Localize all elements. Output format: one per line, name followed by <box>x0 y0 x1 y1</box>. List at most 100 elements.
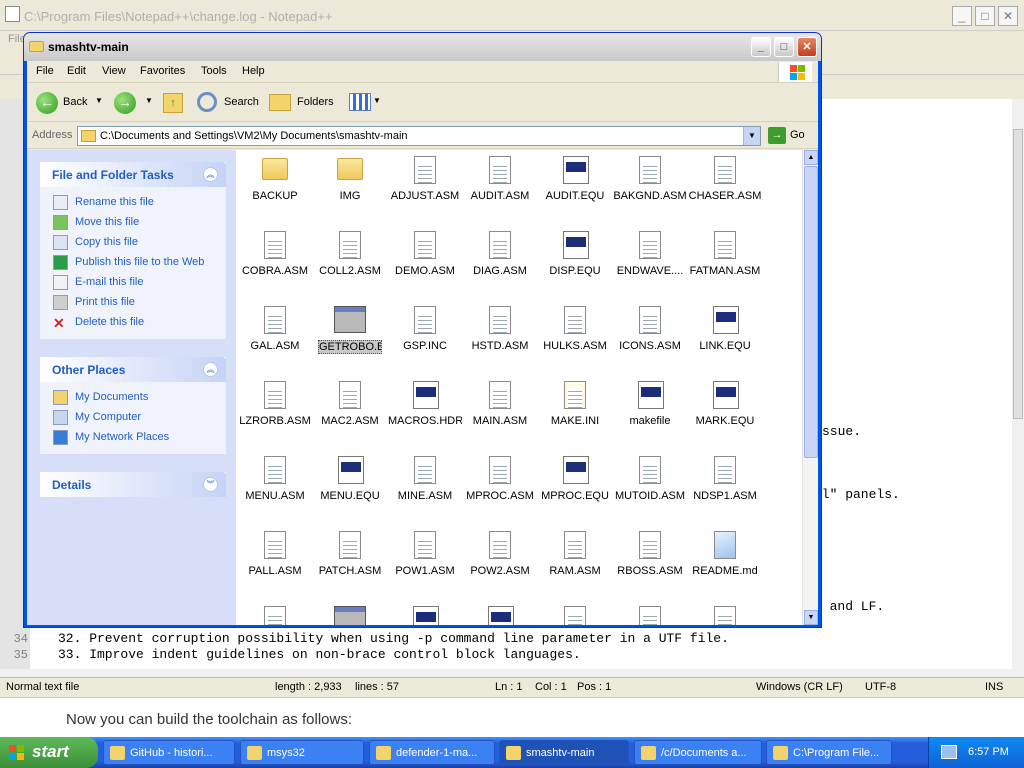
place-item[interactable]: My Computer <box>40 408 226 428</box>
address-dropdown-icon[interactable]: ▼ <box>743 127 760 145</box>
file-item[interactable]: MUTOID.ASM <box>613 450 687 520</box>
collapse-chevron-icon[interactable]: ︽ <box>203 167 218 182</box>
file-item[interactable] <box>238 600 312 625</box>
scroll-up-arrow-icon[interactable]: ▲ <box>804 150 818 165</box>
back-dropdown-icon[interactable]: ▼ <box>95 96 103 105</box>
file-item[interactable]: COLL2.ASM <box>313 225 387 295</box>
file-item[interactable] <box>538 600 612 625</box>
file-item[interactable]: GAL.ASM <box>238 300 312 370</box>
file-item[interactable]: BACKUP <box>238 150 312 220</box>
menu-file[interactable]: File <box>36 65 54 77</box>
file-item[interactable]: LINK.EQU <box>688 300 762 370</box>
menu-tools[interactable]: Tools <box>201 65 227 77</box>
minimize-button[interactable]: _ <box>751 37 771 57</box>
file-item[interactable]: AUDIT.EQU <box>538 150 612 220</box>
scroll-down-arrow-icon[interactable]: ▼ <box>804 610 818 625</box>
folders-button[interactable]: Folders <box>297 96 334 108</box>
file-item[interactable]: MINE.ASM <box>388 450 462 520</box>
file-item[interactable]: RAM.ASM <box>538 525 612 595</box>
file-item[interactable]: GSP.INC <box>388 300 462 370</box>
file-item[interactable]: POW2.ASM <box>463 525 537 595</box>
notepad-minimize-button[interactable]: _ <box>952 6 972 26</box>
task-item[interactable]: Print this file <box>40 293 226 313</box>
file-item[interactable]: FATMAN.ASM <box>688 225 762 295</box>
file-item[interactable]: HSTD.ASM <box>463 300 537 370</box>
file-item[interactable] <box>313 600 387 625</box>
forward-arrow-icon[interactable]: → <box>114 92 136 114</box>
collapse-chevron-icon[interactable]: ︽ <box>203 362 218 377</box>
task-item[interactable]: Publish this file to the Web <box>40 253 226 273</box>
file-item[interactable]: HULKS.ASM <box>538 300 612 370</box>
taskbar-item[interactable]: smashtv-main <box>499 740 629 765</box>
taskbar-item[interactable]: defender-1-ma... <box>369 740 495 765</box>
search-icon[interactable] <box>197 92 217 112</box>
file-list-scrollbar[interactable]: ▲ ▼ <box>802 150 818 625</box>
file-item[interactable]: MENU.ASM <box>238 450 312 520</box>
file-list[interactable]: BACKUP IMG ADJUST.ASM AUDIT.ASM AUDIT.EQU BAK… <box>236 150 802 625</box>
close-button[interactable]: ✕ <box>797 37 817 57</box>
file-item[interactable]: GETROBO.BAT <box>313 300 387 370</box>
network-icon[interactable] <box>941 745 957 759</box>
file-item[interactable]: COBRA.ASM <box>238 225 312 295</box>
notepad-vertical-scrollbar[interactable] <box>1012 99 1024 669</box>
file-item[interactable]: AUDIT.ASM <box>463 150 537 220</box>
up-folder-icon[interactable]: ↑ <box>163 93 183 113</box>
menu-favorites[interactable]: Favorites <box>140 65 185 77</box>
folders-icon[interactable] <box>269 94 291 111</box>
file-item[interactable]: RBOSS.ASM <box>613 525 687 595</box>
file-item[interactable]: DISP.EQU <box>538 225 612 295</box>
back-button[interactable]: Back <box>63 96 87 108</box>
taskbar-item[interactable]: C:\Program File... <box>766 740 892 765</box>
back-arrow-icon[interactable]: ← <box>36 92 58 114</box>
file-item[interactable]: PALL.ASM <box>238 525 312 595</box>
file-item[interactable]: IMG <box>313 150 387 220</box>
maximize-button[interactable]: □ <box>774 37 794 57</box>
file-item[interactable]: ADJUST.ASM <box>388 150 462 220</box>
menu-view[interactable]: View <box>102 65 126 77</box>
task-item[interactable]: E-mail this file <box>40 273 226 293</box>
taskbar-item[interactable]: /c/Documents a... <box>634 740 762 765</box>
file-item[interactable]: CHASER.ASM <box>688 150 762 220</box>
notepad-titlebar[interactable]: C:\Program Files\Notepad++\change.log - … <box>0 0 1024 31</box>
tasks-header[interactable]: File and Folder Tasks ︽ <box>40 162 226 187</box>
go-button[interactable]: Go <box>790 129 805 141</box>
place-item[interactable]: My Documents <box>40 388 226 408</box>
file-item[interactable]: MACROS.HDR <box>388 375 462 445</box>
views-icon[interactable] <box>349 93 371 111</box>
file-item[interactable]: ICONS.ASM <box>613 300 687 370</box>
file-item[interactable]: MPROC.ASM <box>463 450 537 520</box>
file-item[interactable]: MARK.EQU <box>688 375 762 445</box>
file-item[interactable] <box>613 600 687 625</box>
go-arrow-icon[interactable]: → <box>768 127 786 144</box>
forward-dropdown-icon[interactable]: ▼ <box>145 96 153 105</box>
notepad-horizontal-scrollbar[interactable] <box>0 669 1024 677</box>
start-button[interactable]: start <box>0 737 98 768</box>
places-header[interactable]: Other Places ︽ <box>40 357 226 382</box>
file-item[interactable]: makefile <box>613 375 687 445</box>
file-item[interactable]: DIAG.ASM <box>463 225 537 295</box>
file-item[interactable]: MAIN.ASM <box>463 375 537 445</box>
file-item[interactable]: MPROC.EQU <box>538 450 612 520</box>
scroll-thumb[interactable] <box>804 166 818 458</box>
file-item[interactable] <box>688 600 762 625</box>
task-item[interactable]: Copy this file <box>40 233 226 253</box>
file-item[interactable]: MENU.EQU <box>313 450 387 520</box>
file-item[interactable] <box>463 600 537 625</box>
task-item[interactable]: Rename this file <box>40 193 226 213</box>
notepad-close-button[interactable]: ✕ <box>998 6 1018 26</box>
taskbar-item[interactable]: GitHub - histori... <box>103 740 235 765</box>
file-item[interactable]: MAC2.ASM <box>313 375 387 445</box>
notepad-maximize-button[interactable]: □ <box>975 6 995 26</box>
file-item[interactable] <box>388 600 462 625</box>
file-item[interactable]: BAKGND.ASM <box>613 150 687 220</box>
views-dropdown-icon[interactable]: ▼ <box>373 96 381 105</box>
file-item[interactable]: DEMO.ASM <box>388 225 462 295</box>
file-item[interactable]: POW1.ASM <box>388 525 462 595</box>
file-item[interactable]: LZRORB.ASM <box>238 375 312 445</box>
menu-edit[interactable]: Edit <box>67 65 86 77</box>
file-item[interactable]: README.md <box>688 525 762 595</box>
place-item[interactable]: My Network Places <box>40 428 226 448</box>
file-item[interactable]: ENDWAVE.... <box>613 225 687 295</box>
details-header[interactable]: Details ︾ <box>40 472 226 497</box>
task-item[interactable]: Move this file <box>40 213 226 233</box>
